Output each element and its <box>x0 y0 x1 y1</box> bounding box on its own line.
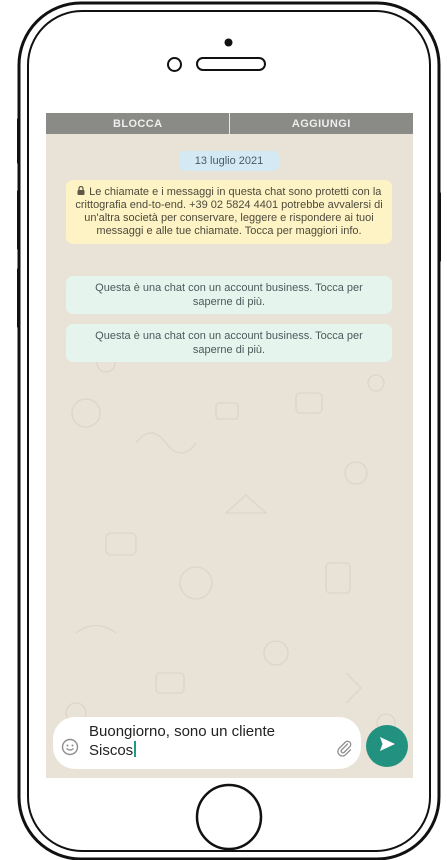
message-input-value: Buongiorno, sono un cliente Siscos <box>89 723 275 759</box>
chat-screen: BLOCCA AGGIUNGI 13 luglio 2021 Le chiama… <box>46 113 413 778</box>
encryption-notice[interactable]: Le chiamate e i messaggi in questa chat … <box>66 180 392 244</box>
message-composer[interactable]: Buongiorno, sono un cliente Siscos <box>53 717 361 769</box>
home-button[interactable] <box>195 783 263 851</box>
block-button[interactable]: BLOCCA <box>46 118 230 130</box>
topbar-divider <box>229 113 230 134</box>
text-caret <box>134 741 136 757</box>
date-chip: 13 luglio 2021 <box>179 151 279 171</box>
proximity-sensor <box>166 56 183 73</box>
front-camera <box>224 34 233 47</box>
earpiece-speaker <box>196 57 266 71</box>
add-contact-button[interactable]: AGGIUNGI <box>230 118 414 130</box>
paperclip-icon[interactable] <box>335 739 353 762</box>
business-action-bar: BLOCCA AGGIUNGI <box>46 113 413 134</box>
send-arrow-icon <box>378 736 396 757</box>
lock-icon <box>77 185 88 197</box>
message-input[interactable]: Buongiorno, sono un cliente Siscos <box>89 723 329 760</box>
business-account-notice[interactable]: Questa è una chat con un account busines… <box>66 276 392 314</box>
business-account-notice[interactable]: Questa è una chat con un account busines… <box>66 324 392 362</box>
send-button[interactable] <box>366 725 408 767</box>
smiley-icon[interactable] <box>61 738 79 761</box>
encryption-notice-text: Le chiamate e i messaggi in questa chat … <box>75 186 383 237</box>
